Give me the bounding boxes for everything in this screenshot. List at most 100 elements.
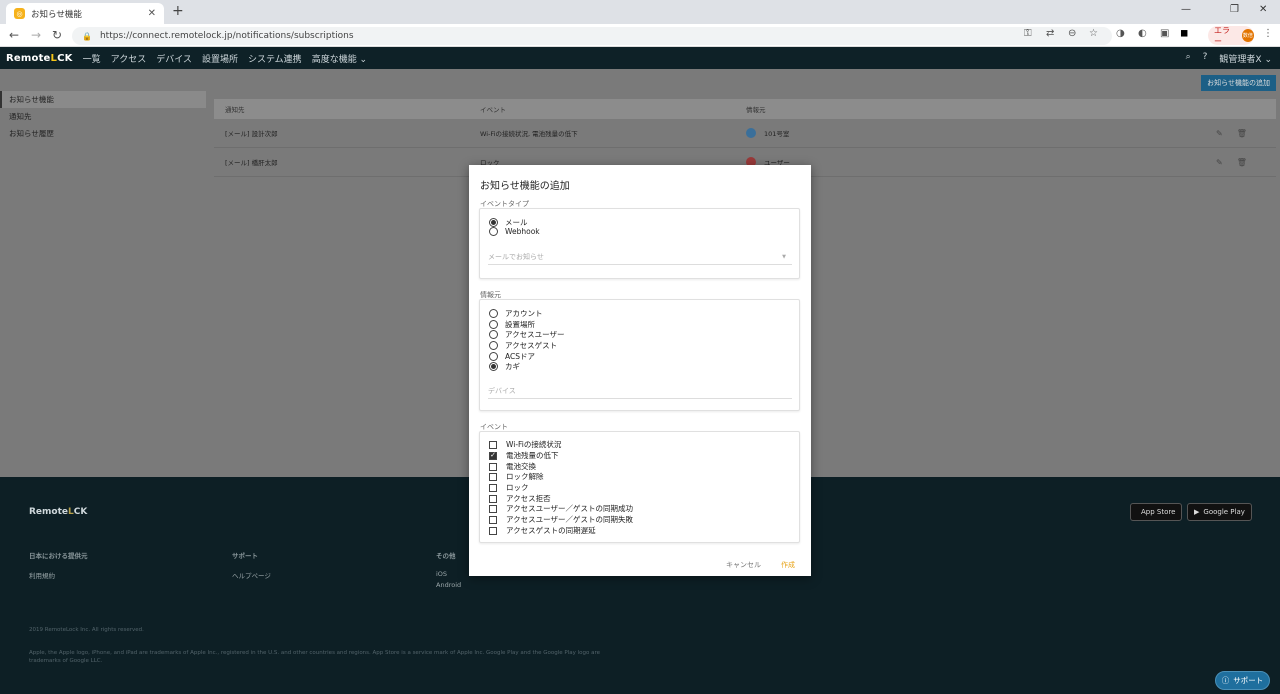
device-input[interactable]: デバイス — [488, 384, 792, 399]
source-text: 101号室 — [764, 130, 790, 138]
add-notification-button[interactable]: お知らせ機能の追加 — [1201, 75, 1276, 91]
sidebar-item-notifications[interactable]: お知らせ機能 — [0, 91, 206, 108]
help-icon[interactable]: ? — [1203, 52, 1208, 65]
cancel-button[interactable]: キャンセル — [726, 560, 761, 570]
translate-icon[interactable]: ⇄ — [1046, 28, 1054, 39]
radio-option-webhook[interactable]: Webhook — [489, 227, 540, 236]
logo-text: Remote — [29, 507, 69, 517]
checkbox[interactable] — [489, 494, 497, 503]
footer-link[interactable]: 利用規約 — [29, 570, 88, 580]
nav-item-advanced[interactable]: 高度な機能 ⌄ — [312, 52, 367, 65]
column-header: イベント — [480, 106, 506, 114]
forward-icon[interactable]: → — [31, 28, 41, 42]
reload-icon[interactable]: ↻ — [52, 28, 62, 42]
select-placeholder: メールでお知らせ — [488, 253, 544, 261]
extension-icon[interactable]: ◐ — [1138, 28, 1147, 39]
radio-button[interactable] — [489, 362, 498, 371]
checkbox[interactable] — [489, 504, 497, 513]
footer-link[interactable]: iOS — [436, 570, 461, 578]
checkbox[interactable] — [489, 472, 497, 481]
column-header: 情報元 — [746, 106, 766, 114]
option-label: アカウント — [505, 309, 543, 318]
delete-icon[interactable]: 🗑 — [1237, 129, 1247, 138]
radio-button[interactable] — [489, 218, 498, 227]
search-icon[interactable]: ⌕ — [1186, 52, 1191, 65]
checkbox-low-battery[interactable]: ✓ 電池残量の低下 — [489, 450, 559, 461]
google-play-badge[interactable]: ▶ Google Play — [1187, 503, 1252, 521]
browser-tab[interactable]: ◎ お知らせ機能 ✕ — [6, 3, 164, 24]
url-field[interactable]: 🔒 https://connect.remotelock.jp/notifica… — [72, 27, 1112, 45]
footer-link[interactable]: ヘルプページ — [232, 570, 271, 580]
email-select[interactable]: メールでお知らせ ▼ — [488, 250, 792, 265]
radio-option-account[interactable]: アカウント — [489, 308, 543, 319]
extension-icon[interactable]: ◑ — [1116, 28, 1125, 39]
checkbox-lock[interactable]: ロック — [489, 482, 529, 493]
bookmark-star-icon[interactable]: ☆ — [1089, 28, 1098, 39]
nav-item-devices[interactable]: デバイス — [156, 52, 192, 65]
new-tab-icon[interactable]: + — [172, 3, 184, 19]
checkbox-sync-failure[interactable]: アクセスユーザー／ゲストの同期失敗 — [489, 514, 633, 525]
radio-button[interactable] — [489, 227, 498, 236]
table-row[interactable]: [メール] 設計次郎 Wi-Fiの接続状況, 電池残量の低下 101号室 ✎ 🗑 — [214, 119, 1276, 148]
checkbox[interactable] — [489, 483, 497, 492]
nav-item-integrations[interactable]: システム連携 — [248, 52, 302, 65]
radio-button[interactable] — [489, 341, 498, 350]
edit-icon[interactable]: ✎ — [1216, 129, 1223, 138]
checkbox[interactable] — [489, 515, 497, 524]
tab-title: お知らせ機能 — [31, 9, 82, 20]
footer-link[interactable]: Android — [436, 581, 461, 589]
app-store-badge[interactable]: App Store — [1130, 503, 1183, 521]
checkbox[interactable] — [489, 462, 497, 471]
sidebar-item-history[interactable]: お知らせ履歴 — [0, 125, 206, 142]
option-label: Webhook — [505, 227, 540, 236]
menu-kebab-icon[interactable]: ⋮ — [1263, 28, 1273, 39]
radio-button[interactable] — [489, 330, 498, 339]
error-label: エラー — [1214, 25, 1230, 46]
nav-item-access[interactable]: アクセス — [111, 52, 147, 65]
address-bar-row: ← → ↻ 🔒 https://connect.remotelock.jp/no… — [0, 24, 1280, 47]
checkbox[interactable]: ✓ — [489, 451, 497, 460]
checkbox[interactable] — [489, 440, 497, 449]
key-icon[interactable]: ⚿ — [1024, 28, 1032, 39]
event-cell: Wi-Fiの接続状況, 電池残量の低下 — [480, 130, 578, 138]
delete-icon[interactable]: 🗑 — [1237, 158, 1247, 167]
radio-button[interactable] — [489, 309, 498, 318]
support-button[interactable]: ⓘ サポート — [1215, 671, 1270, 690]
radio-button[interactable] — [489, 320, 498, 329]
checkbox-wifi[interactable]: Wi-Fiの接続状況 — [489, 439, 561, 450]
avatar: 数倍 — [1241, 29, 1254, 42]
option-label: アクセスユーザー／ゲストの同期成功 — [506, 504, 633, 513]
create-button[interactable]: 作成 — [781, 560, 795, 570]
play-icon: ▶ — [1194, 508, 1200, 516]
zoom-icon[interactable]: ⊖ — [1068, 28, 1076, 39]
help-icon: ⓘ — [1221, 676, 1230, 685]
close-window-icon[interactable]: ✕ — [1259, 4, 1267, 15]
restore-icon[interactable]: ❐ — [1230, 4, 1239, 15]
sidebar-item-recipients[interactable]: 通知先 — [0, 108, 206, 125]
edit-icon[interactable]: ✎ — [1216, 158, 1223, 167]
nav-item-overview[interactable]: 一覧 — [83, 52, 101, 65]
radio-button[interactable] — [489, 352, 498, 361]
favicon-icon: ◎ — [14, 8, 25, 19]
minimize-icon[interactable]: — — [1181, 4, 1191, 15]
option-label: アクセスユーザー — [505, 330, 565, 339]
user-menu[interactable]: 観管理者X ⌄ — [1219, 52, 1272, 65]
profile-error-pill[interactable]: エラー 数倍 — [1208, 25, 1254, 46]
checkbox[interactable] — [489, 526, 497, 535]
checkbox-sync-success[interactable]: アクセスユーザー／ゲストの同期成功 — [489, 503, 633, 514]
extension-icon[interactable]: ▣ — [1160, 28, 1169, 39]
nav-item-locations[interactable]: 設置場所 — [202, 52, 238, 65]
checkbox-unlock[interactable]: ロック解除 — [489, 471, 544, 482]
lock-icon: 🔒 — [82, 31, 92, 41]
radio-option-key[interactable]: カギ — [489, 361, 520, 372]
url-text: https://connect.remotelock.jp/notificati… — [99, 31, 354, 41]
checkbox-sync-delay[interactable]: アクセスゲストの同期遅延 — [489, 525, 596, 536]
close-tab-icon[interactable]: ✕ — [148, 8, 156, 19]
extension-icon[interactable]: ◼ — [1180, 28, 1188, 39]
input-placeholder: デバイス — [488, 387, 516, 395]
radio-option-access-user[interactable]: アクセスユーザー — [489, 329, 564, 340]
legal-text: Apple, the Apple logo, iPhone, and iPad … — [29, 650, 601, 665]
back-icon[interactable]: ← — [9, 28, 19, 42]
remotelock-logo[interactable]: RemoteLCK — [6, 53, 73, 64]
radio-option-access-guest[interactable]: アクセスゲスト — [489, 340, 557, 351]
